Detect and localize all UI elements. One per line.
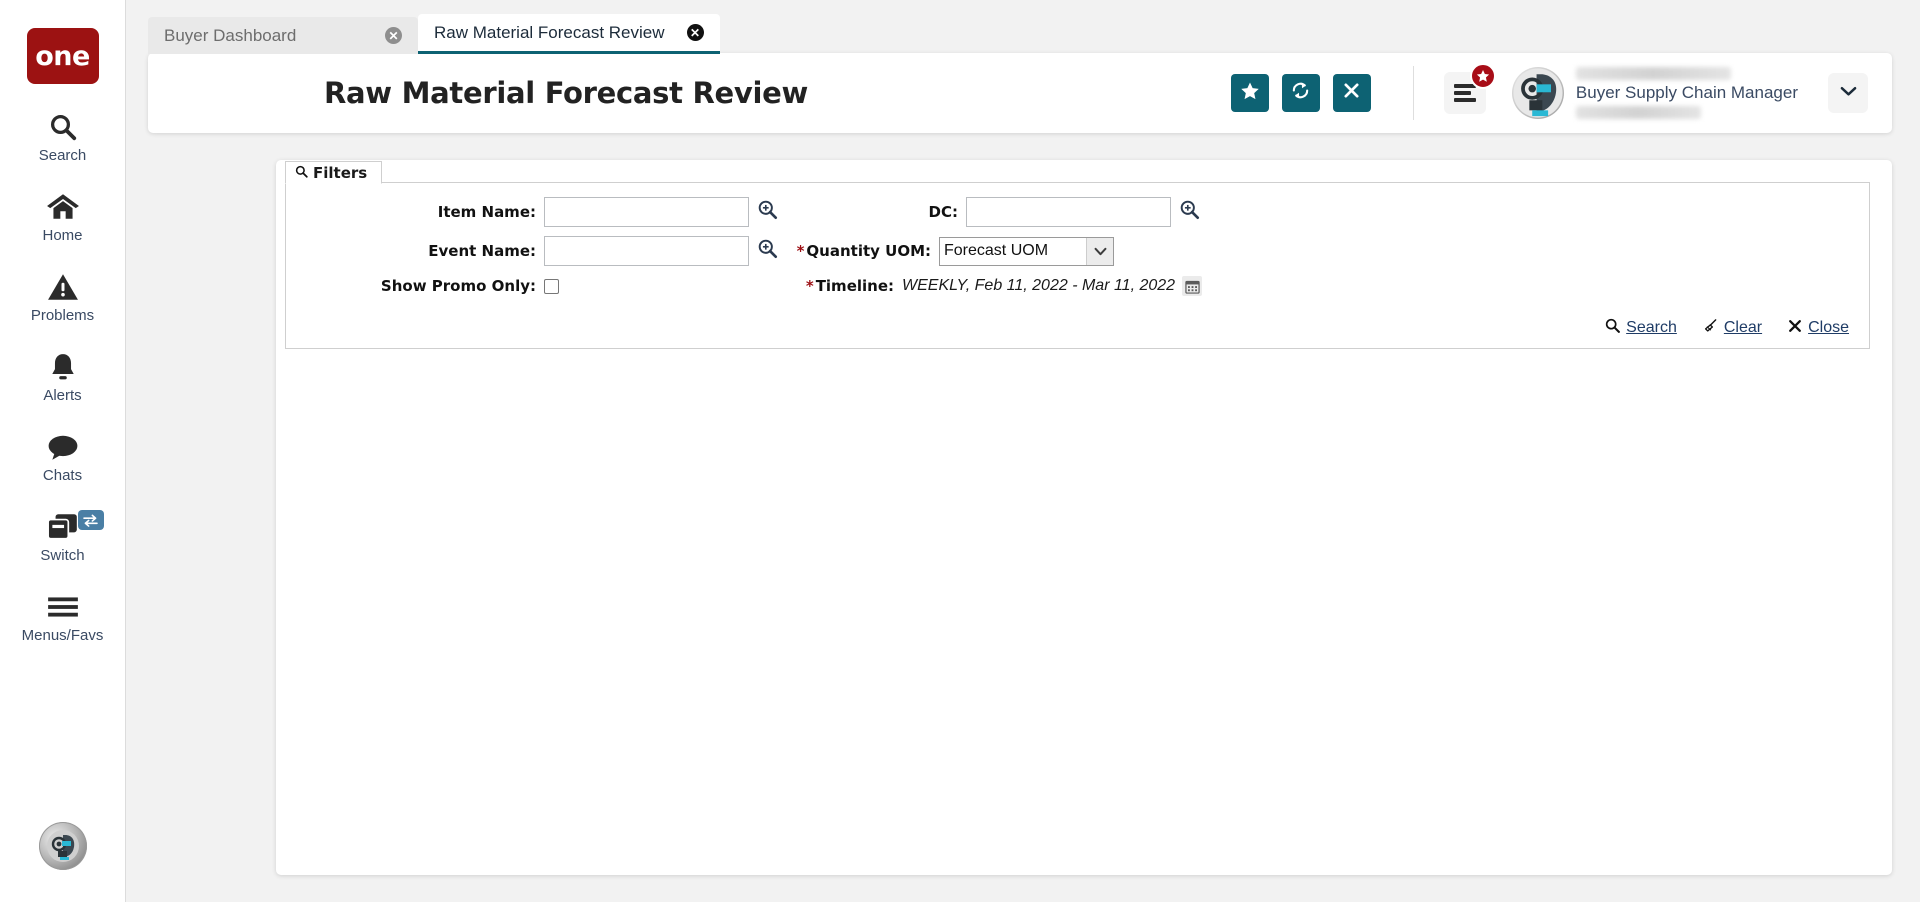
left-sidebar: one Search Home Problems Alerts Chats Sw… — [0, 0, 126, 902]
quantity-uom-select[interactable] — [939, 236, 1114, 266]
header-actions — [1218, 74, 1371, 112]
show-promo-only-label: Show Promo Only: — [380, 277, 536, 295]
filters-tab[interactable]: Filters — [285, 161, 383, 184]
sidebar-item-label: Menus/Favs — [21, 627, 104, 644]
tab-label: Buyer Dashboard — [164, 25, 297, 45]
sidebar-item-label: Chats — [42, 467, 83, 484]
search-icon — [295, 164, 308, 182]
refresh-icon — [1290, 80, 1311, 106]
app-logo-text: one — [35, 40, 90, 72]
timeline-value[interactable]: WEEKLY, Feb 11, 2022 - Mar 11, 2022 — [902, 277, 1175, 295]
close-circle-icon[interactable]: ✕ — [686, 24, 704, 41]
event-name-lookup-icon[interactable] — [757, 238, 778, 264]
main-area: Buyer Dashboard ✕ Raw Material Forecast … — [126, 0, 1920, 902]
sidebar-item-search[interactable]: Search — [0, 110, 126, 164]
filters-panel: Filters Item Name: DC: Event Name: * Qua… — [285, 161, 1870, 349]
user-role: Buyer Supply Chain Manager — [1575, 83, 1798, 102]
search-link-label: Search — [1626, 319, 1677, 336]
sidebar-item-label: Alerts — [43, 387, 82, 404]
tab-buyer-dashboard[interactable]: Buyer Dashboard ✕ — [148, 17, 418, 54]
required-marker: * — [805, 277, 814, 295]
filters-body: Item Name: DC: Event Name: * Quantity UO… — [286, 183, 1869, 348]
broom-icon — [1703, 318, 1718, 338]
avatar[interactable] — [1511, 67, 1564, 119]
sidebar-item-label: Problems — [30, 307, 95, 324]
content-card: Filters Item Name: DC: Event Name: * Qua… — [276, 160, 1892, 875]
item-name-lookup-icon[interactable] — [757, 199, 778, 225]
page-header: Raw Material Forecast Review Buyer Suppl… — [148, 53, 1892, 133]
sidebar-item-alerts[interactable]: Alerts — [0, 350, 126, 404]
quantity-uom-label: * Quantity UOM: — [796, 242, 931, 260]
bell-icon — [49, 350, 77, 384]
clear-link-label: Clear — [1723, 319, 1763, 336]
dc-label: DC: — [928, 203, 958, 221]
app-logo[interactable]: one — [26, 28, 99, 84]
sidebar-item-problems[interactable]: Problems — [0, 270, 126, 324]
close-link[interactable]: Close — [1788, 319, 1849, 338]
chevron-down-icon — [1840, 84, 1857, 102]
calendar-icon[interactable] — [1182, 276, 1203, 296]
tab-raw-material-forecast-review[interactable]: Raw Material Forecast Review ✕ — [418, 14, 720, 54]
robot-assistant-icon[interactable] — [38, 822, 87, 870]
sidebar-item-home[interactable]: Home — [0, 190, 126, 244]
search-link[interactable]: Search — [1605, 318, 1677, 338]
filter-actions: Search Clear Close — [1605, 318, 1849, 338]
warning-triangle-icon — [47, 270, 79, 304]
sidebar-item-chats[interactable]: Chats — [0, 430, 126, 484]
dc-lookup-icon[interactable] — [1179, 199, 1200, 225]
sidebar-item-label: Switch — [40, 547, 85, 564]
x-icon — [1343, 82, 1360, 104]
search-icon — [1605, 318, 1621, 338]
search-icon — [48, 110, 78, 144]
close-circle-icon[interactable]: ✕ — [385, 27, 402, 44]
tab-strip: Buyer Dashboard ✕ Raw Material Forecast … — [148, 14, 1920, 54]
tab-label: Raw Material Forecast Review — [434, 22, 665, 42]
user-menu-toggle[interactable] — [1828, 73, 1868, 113]
item-name-label: Item Name: — [437, 203, 536, 221]
refresh-button[interactable] — [1281, 74, 1320, 112]
dc-input[interactable] — [966, 197, 1171, 227]
user-info[interactable]: Buyer Supply Chain Manager — [1575, 64, 1798, 122]
user-name-redacted — [1575, 67, 1731, 80]
item-name-input[interactable] — [544, 197, 749, 227]
switch-windows-icon — [46, 510, 80, 544]
sidebar-item-label: Search — [38, 147, 87, 164]
show-promo-only-checkbox[interactable] — [544, 278, 559, 294]
x-icon — [1788, 319, 1802, 338]
chat-bubble-icon — [47, 430, 79, 464]
sidebar-item-label: Home — [42, 227, 83, 244]
clear-link[interactable]: Clear — [1703, 318, 1762, 338]
sidebar-item-switch[interactable]: Switch — [0, 510, 126, 564]
star-icon — [1469, 63, 1496, 89]
quick-menu-button[interactable] — [1443, 63, 1496, 114]
timeline-label: * Timeline: — [805, 277, 894, 295]
hamburger-icon — [46, 590, 80, 624]
event-name-input[interactable] — [544, 236, 749, 266]
close-page-button[interactable] — [1332, 74, 1371, 112]
close-link-label: Close — [1808, 319, 1849, 336]
favorite-button[interactable] — [1230, 74, 1269, 112]
sidebar-item-menus-favs[interactable]: Menus/Favs — [0, 590, 126, 644]
home-icon — [46, 190, 80, 224]
event-name-label: Event Name: — [428, 242, 536, 260]
required-marker: * — [796, 242, 805, 260]
filters-tab-label: Filters — [313, 163, 368, 182]
star-icon — [1240, 81, 1260, 106]
exchange-arrows-icon[interactable] — [77, 510, 104, 530]
header-divider — [1412, 66, 1414, 120]
application-window: one Search Home Problems Alerts Chats Sw… — [0, 0, 1920, 902]
user-org-redacted — [1575, 106, 1701, 119]
page-title: Raw Material Forecast Review — [324, 76, 809, 110]
